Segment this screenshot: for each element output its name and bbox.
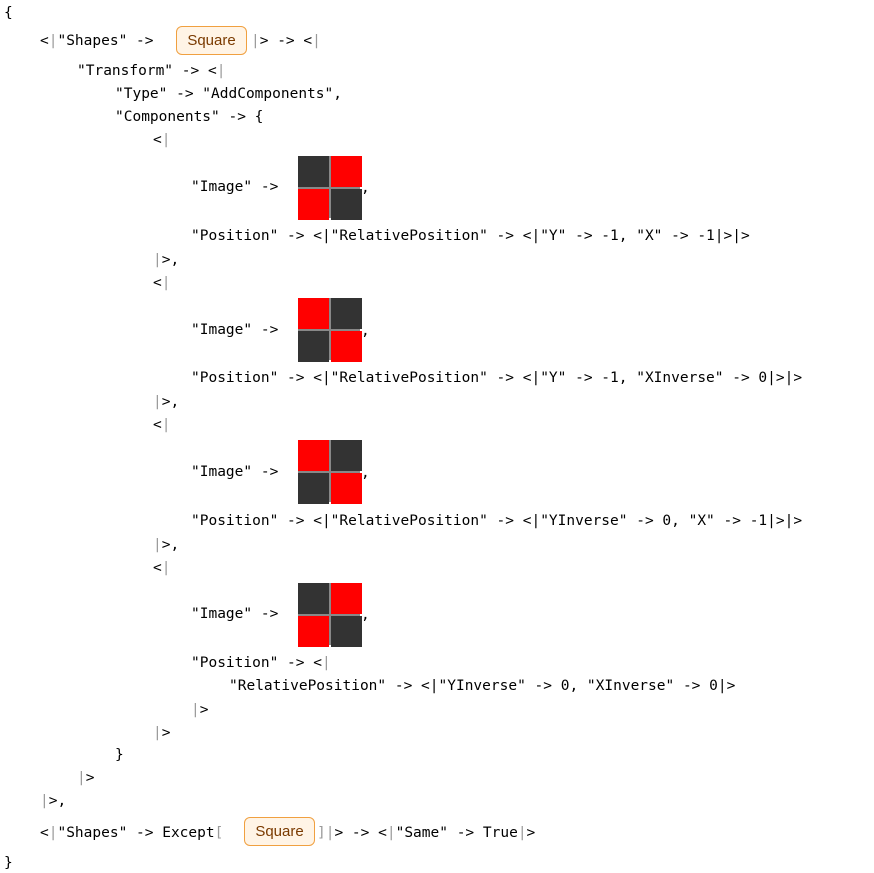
component-1-close: |>, — [153, 252, 180, 268]
component-4-image[interactable] — [298, 583, 362, 647]
grid-cell — [298, 583, 329, 614]
component-3-open: <| — [153, 417, 171, 433]
rule2-rhs: ]|> -> <|"Same" -> True|> — [317, 825, 536, 841]
grid-cell — [331, 156, 362, 187]
component-4-comma: , — [361, 607, 370, 623]
component-1-open: <| — [153, 132, 171, 148]
components-key: "Components" -> { — [115, 109, 264, 125]
component-3-position: "Position" -> <|"RelativePosition" -> <|… — [191, 513, 803, 529]
square-chip-except[interactable]: Square — [244, 817, 315, 846]
component-4-close: |> — [153, 725, 171, 741]
grid-cell — [298, 473, 329, 504]
component-1-comma: , — [361, 180, 370, 196]
grid-cell — [298, 440, 329, 471]
grid-cell — [331, 331, 362, 362]
type-entry: "Type" -> "AddComponents", — [115, 86, 342, 102]
component-4-image-key: "Image" -> — [191, 606, 288, 622]
grid-cell — [298, 189, 329, 220]
components-close: } — [115, 747, 124, 763]
component-4-position: "Position" -> <| — [191, 655, 331, 671]
close-brace: } — [4, 855, 13, 871]
grid-cell — [331, 473, 362, 504]
grid-cell — [298, 298, 329, 329]
grid-cell — [331, 298, 362, 329]
square-chip[interactable]: Square — [176, 26, 247, 55]
grid-cell — [298, 156, 329, 187]
rule1-lhs-open: <|"Shapes" -> — [40, 33, 163, 49]
transform-key: "Transform" -> <| — [77, 63, 226, 79]
rule2-lhs-open: <|"Shapes" -> Except[ — [40, 825, 224, 841]
grid-cell — [298, 331, 329, 362]
component-2-comma: , — [361, 323, 370, 339]
grid-cell — [298, 616, 329, 647]
component-3-close: |>, — [153, 537, 180, 553]
component-2-close: |>, — [153, 394, 180, 410]
component-1-image-key: "Image" -> — [191, 179, 288, 195]
component-4-relative-position: "RelativePosition" -> <|"YInverse" -> 0,… — [229, 678, 736, 694]
component-3-image[interactable] — [298, 440, 362, 504]
component-2-position: "Position" -> <|"RelativePosition" -> <|… — [191, 370, 803, 386]
grid-cell — [331, 440, 362, 471]
transform-close: |> — [77, 770, 95, 786]
component-4-inner-close: |> — [191, 702, 209, 718]
component-2-image-key: "Image" -> — [191, 322, 288, 338]
component-2-image[interactable] — [298, 298, 362, 362]
component-2-open: <| — [153, 275, 171, 291]
component-4-open: <| — [153, 560, 171, 576]
rule1-lhs-close: |> -> <| — [251, 33, 321, 49]
grid-cell — [331, 583, 362, 614]
grid-cell — [331, 616, 362, 647]
grid-cell — [331, 189, 362, 220]
component-1-position: "Position" -> <|"RelativePosition" -> <|… — [191, 228, 750, 244]
open-brace: { — [4, 5, 13, 21]
component-3-comma: , — [361, 465, 370, 481]
component-3-image-key: "Image" -> — [191, 464, 288, 480]
rule1-close: |>, — [40, 793, 67, 809]
component-1-image[interactable] — [298, 156, 362, 220]
